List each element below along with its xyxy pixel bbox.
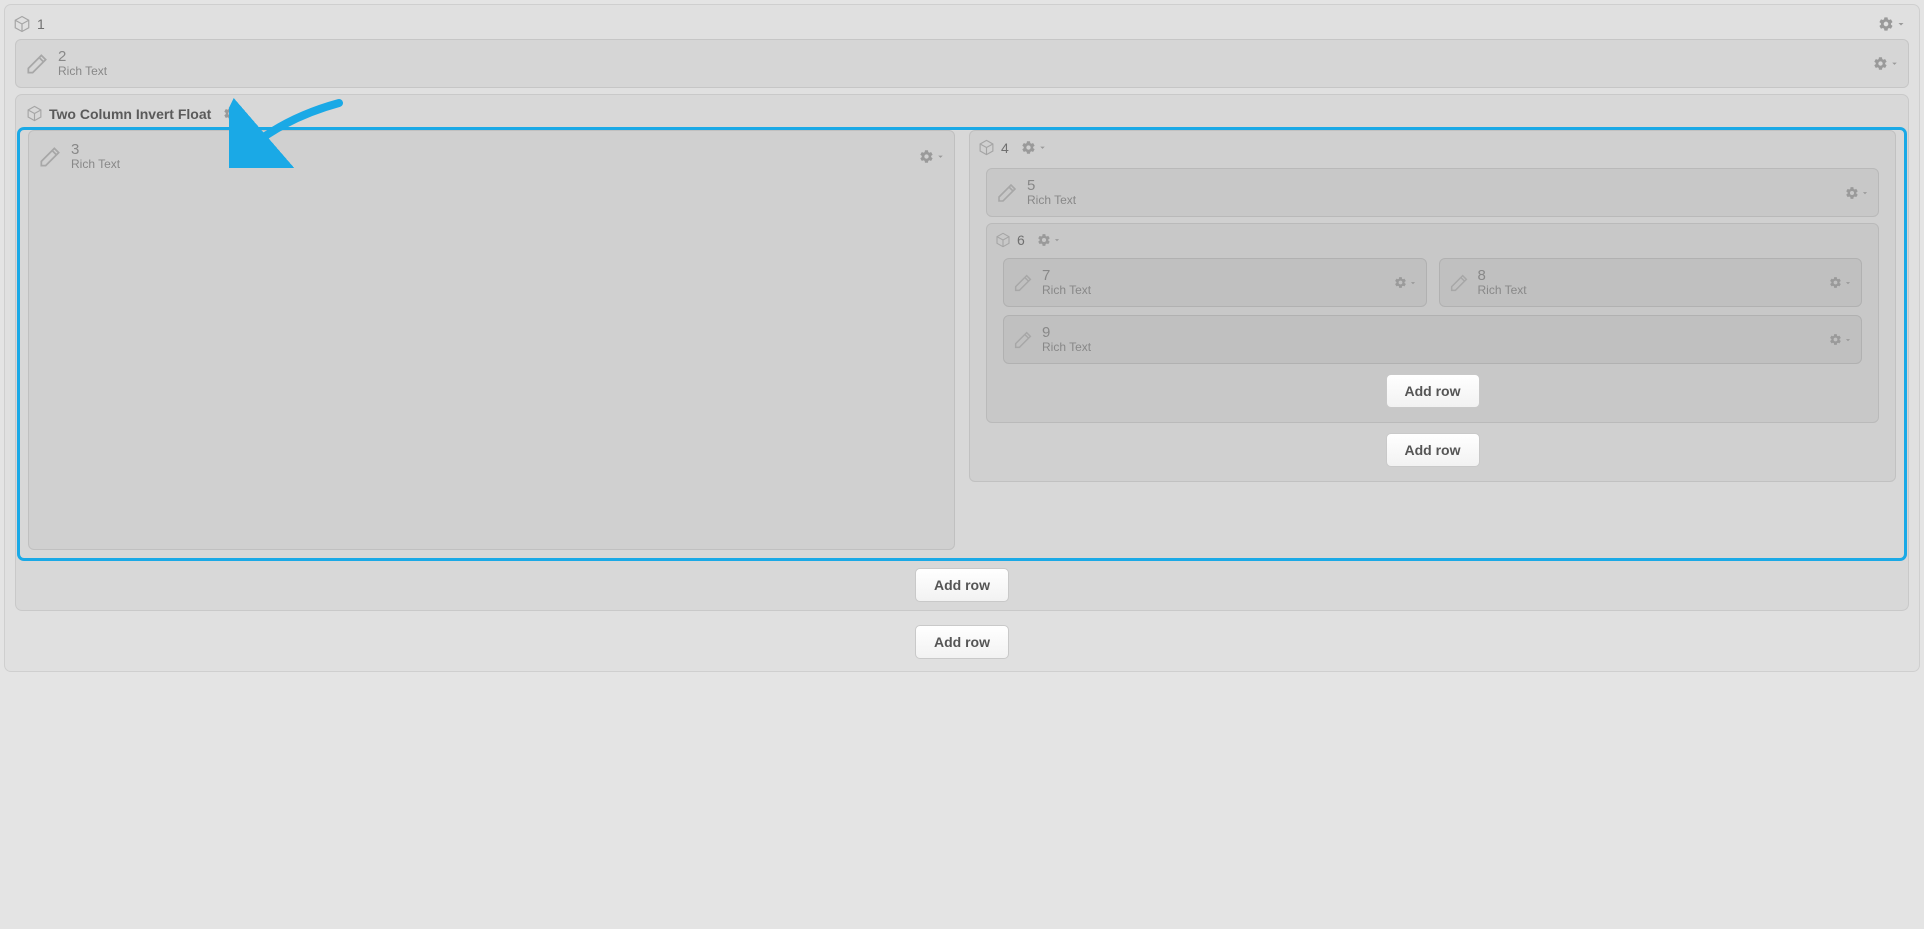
panel-4-title: 4 — [1001, 140, 1009, 156]
panel-4: 4 — [969, 130, 1896, 482]
add-row-button-panel-6[interactable]: Add row — [1386, 374, 1480, 408]
panel-6: 6 — [986, 223, 1879, 423]
block-5-settings[interactable] — [1845, 186, 1870, 200]
block-8-type: Rich Text — [1478, 284, 1527, 298]
block-8[interactable]: 8 Rich Text — [1439, 258, 1863, 307]
edit-icon — [1012, 329, 1034, 351]
block-5-labels: 5 Rich Text — [1027, 177, 1076, 208]
block-3-type: Rich Text — [71, 158, 120, 172]
block-5-num: 5 — [1027, 177, 1076, 194]
block-8-num: 8 — [1478, 267, 1527, 284]
block-5[interactable]: 5 Rich Text — [986, 168, 1879, 217]
two-column-section: Two Column Invert Float — [15, 94, 1909, 611]
root-panel: 1 2 Rich Text — [4, 4, 1920, 672]
edit-icon — [995, 181, 1019, 205]
add-row-button-panel-4[interactable]: Add row — [1386, 433, 1480, 467]
block-7-settings[interactable] — [1394, 276, 1418, 289]
panel-6-title: 6 — [1017, 232, 1025, 248]
two-column-settings[interactable] — [223, 106, 250, 121]
block-9-settings[interactable] — [1829, 333, 1853, 346]
block-5-type: Rich Text — [1027, 194, 1076, 208]
cube-icon — [13, 15, 31, 33]
two-column-section-header: Two Column Invert Float — [20, 99, 1904, 130]
edit-icon — [1012, 272, 1034, 294]
block-7-num: 7 — [1042, 267, 1091, 284]
block-2-type: Rich Text — [58, 65, 107, 79]
block-3-settings[interactable] — [919, 149, 946, 164]
two-column-content: 3 Rich Text — [20, 130, 1904, 558]
block-7[interactable]: 7 Rich Text — [1003, 258, 1427, 307]
panel-4-settings[interactable] — [1021, 140, 1048, 155]
block-8-labels: 8 Rich Text — [1478, 267, 1527, 298]
block-3-labels: 3 Rich Text — [71, 141, 120, 172]
block-2-labels: 2 Rich Text — [58, 48, 107, 79]
edit-icon — [24, 51, 50, 77]
cube-icon — [995, 232, 1011, 248]
block-7-labels: 7 Rich Text — [1042, 267, 1091, 298]
add-row-button-section[interactable]: Add row — [915, 568, 1009, 602]
add-row-button-root[interactable]: Add row — [915, 625, 1009, 659]
two-column-title: Two Column Invert Float — [49, 106, 211, 122]
block-7-type: Rich Text — [1042, 284, 1091, 298]
block-2-num: 2 — [58, 48, 107, 65]
block-9-labels: 9 Rich Text — [1042, 324, 1091, 355]
block-2[interactable]: 2 Rich Text — [15, 39, 1909, 88]
edit-icon — [1448, 272, 1470, 294]
cube-icon — [978, 139, 995, 156]
block-2-settings[interactable] — [1873, 56, 1900, 71]
block-9-num: 9 — [1042, 324, 1091, 341]
edit-icon — [37, 144, 63, 170]
root-panel-header: 1 — [9, 9, 1915, 39]
block-3-num: 3 — [71, 141, 120, 158]
root-title: 1 — [37, 16, 45, 32]
panel-6-settings[interactable] — [1037, 233, 1062, 247]
block-8-settings[interactable] — [1829, 276, 1853, 289]
cube-icon — [26, 105, 43, 122]
block-9[interactable]: 9 Rich Text — [1003, 315, 1862, 364]
block-9-type: Rich Text — [1042, 341, 1091, 355]
block-3[interactable]: 3 Rich Text — [28, 130, 955, 550]
settings-menu[interactable] — [1878, 16, 1907, 32]
